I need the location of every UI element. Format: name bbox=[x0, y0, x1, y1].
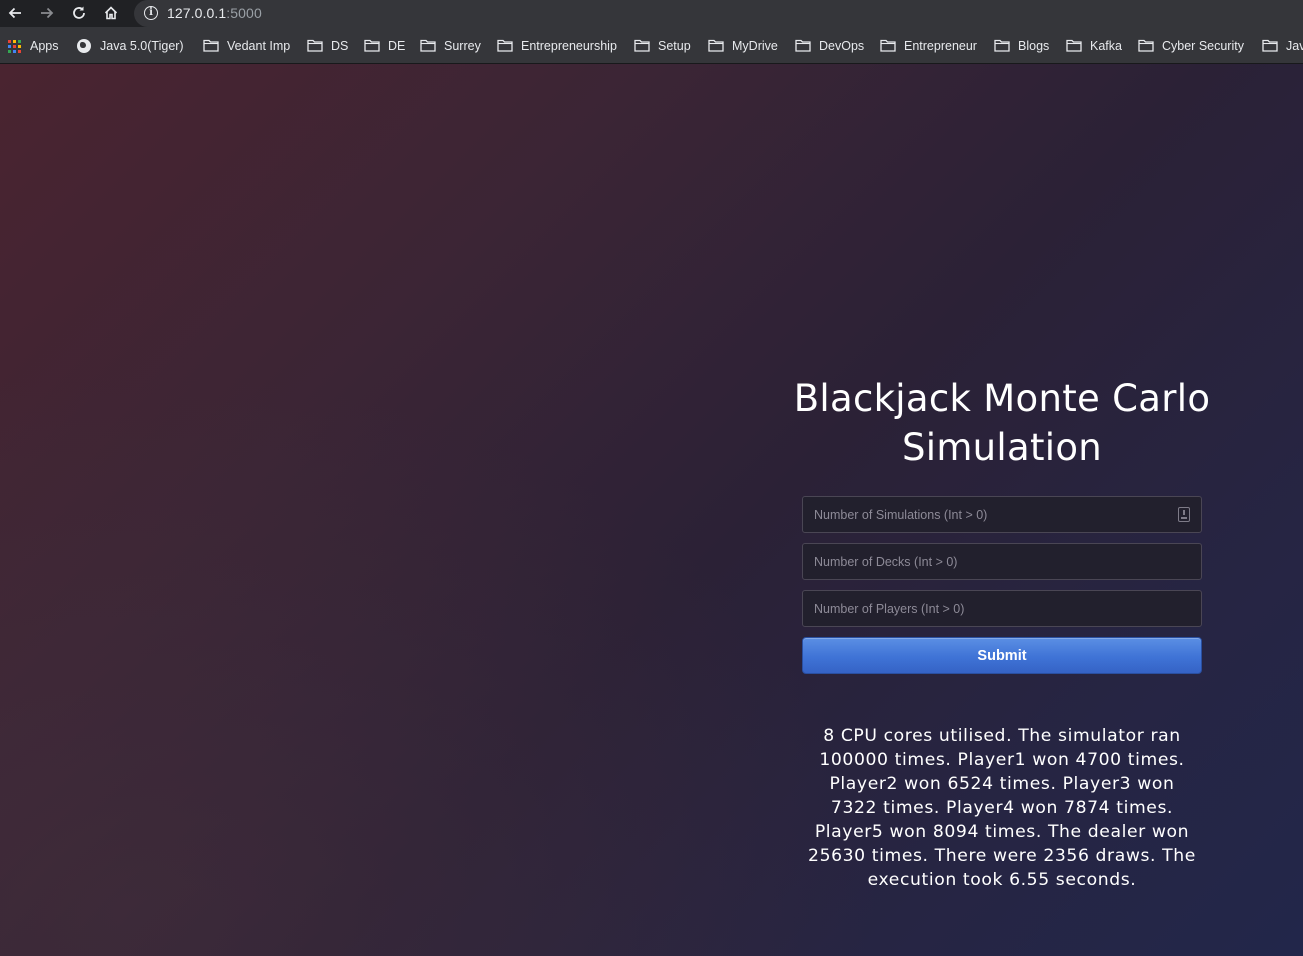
folder-icon bbox=[1138, 39, 1154, 52]
bookmark-label: Java 5.0(Tiger) bbox=[100, 39, 184, 53]
folder-icon bbox=[1066, 39, 1082, 52]
bookmark-folder[interactable]: DS bbox=[307, 38, 348, 54]
globe-icon bbox=[77, 39, 91, 53]
bookmark-label: DE bbox=[388, 39, 406, 53]
result-line: 8 CPU cores utilised. The simulator ran bbox=[823, 726, 1181, 746]
bookmark-folder[interactable]: Kafka bbox=[1066, 38, 1122, 54]
bookmark-folder[interactable]: Surrey bbox=[420, 38, 481, 54]
home-icon[interactable] bbox=[100, 3, 122, 25]
bookmark-java[interactable]: Java 5.0(Tiger) bbox=[77, 38, 184, 54]
back-arrow-icon[interactable] bbox=[4, 3, 26, 25]
url-host: 127.0.0.1 bbox=[167, 5, 227, 21]
decks-input[interactable] bbox=[803, 544, 1201, 579]
folder-icon bbox=[634, 39, 650, 52]
bookmark-label: Jav bbox=[1286, 39, 1303, 53]
bookmark-label: Entrepreneur bbox=[904, 39, 977, 53]
site-info-icon[interactable]: i bbox=[144, 6, 158, 20]
title-line: Blackjack Monte Carlo bbox=[793, 377, 1211, 420]
decks-field[interactable] bbox=[802, 543, 1202, 580]
page-title: Blackjack Monte Carlo Simulation bbox=[752, 374, 1252, 472]
bookmark-folder[interactable]: Entrepreneurship bbox=[497, 38, 617, 54]
folder-icon bbox=[307, 39, 323, 52]
bookmark-label: Blogs bbox=[1018, 39, 1050, 53]
bookmark-folder[interactable]: Blogs bbox=[994, 38, 1049, 54]
simulation-result: 8 CPU cores utilised. The simulator ran … bbox=[796, 724, 1208, 892]
result-line: Player5 won 8094 times. The dealer won bbox=[814, 822, 1190, 842]
folder-icon bbox=[994, 39, 1010, 52]
apps-grid-icon bbox=[8, 40, 21, 53]
folder-icon bbox=[420, 39, 436, 52]
result-line: 25630 times. There were 2356 draws. The bbox=[808, 846, 1196, 866]
bookmark-label: Setup bbox=[658, 39, 691, 53]
result-line: Player2 won 6524 times. Player3 won bbox=[829, 774, 1175, 794]
players-field[interactable] bbox=[802, 590, 1202, 627]
result-line: 100000 times. Player1 won 4700 times. bbox=[819, 750, 1185, 770]
folder-icon bbox=[795, 39, 811, 52]
reload-icon[interactable] bbox=[68, 3, 90, 25]
bookmark-folder[interactable]: Cyber Security bbox=[1138, 38, 1244, 54]
url-port: :5000 bbox=[226, 5, 262, 21]
submit-button[interactable]: Submit bbox=[802, 637, 1202, 674]
folder-icon bbox=[880, 39, 896, 52]
forward-arrow-icon[interactable] bbox=[36, 3, 58, 25]
bookmark-label: Surrey bbox=[444, 39, 481, 53]
bookmark-folder[interactable]: Entrepreneur bbox=[880, 38, 977, 54]
result-line: 7322 times. Player4 won 7874 times. bbox=[830, 798, 1174, 818]
folder-icon bbox=[708, 39, 724, 52]
bookmark-folder[interactable]: Vedant Imp bbox=[203, 38, 290, 54]
bookmark-label: Cyber Security bbox=[1162, 39, 1244, 53]
folder-icon bbox=[497, 39, 513, 52]
result-line: execution took 6.55 seconds. bbox=[867, 870, 1137, 890]
bookmark-folder[interactable]: DE bbox=[364, 38, 405, 54]
bookmark-folder[interactable]: Jav bbox=[1262, 38, 1303, 54]
folder-icon bbox=[364, 39, 380, 52]
page-background: Blackjack Monte Carlo Simulation Submit … bbox=[0, 64, 1303, 956]
bookmark-folder[interactable]: Setup bbox=[634, 38, 691, 54]
autofill-key-icon[interactable] bbox=[1178, 507, 1190, 522]
players-input[interactable] bbox=[803, 591, 1201, 626]
bookmark-label: DevOps bbox=[819, 39, 865, 53]
bookmark-folder[interactable]: DevOps bbox=[795, 38, 864, 54]
bookmarks-bar: Apps Java 5.0(Tiger) Vedant Imp DS DE Su… bbox=[0, 27, 1303, 64]
bookmark-folder[interactable]: MyDrive bbox=[708, 38, 778, 54]
simulations-field[interactable] bbox=[802, 496, 1202, 533]
folder-icon bbox=[203, 39, 219, 52]
url-text: 127.0.0.1:5000 bbox=[167, 5, 262, 21]
browser-toolbar: i 127.0.0.1:5000 bbox=[0, 0, 1303, 27]
simulations-input[interactable] bbox=[803, 497, 1201, 532]
address-bar[interactable]: i 127.0.0.1:5000 bbox=[134, 0, 1303, 27]
bookmark-label: Entrepreneurship bbox=[521, 39, 617, 53]
folder-icon bbox=[1262, 39, 1278, 52]
bookmark-label: MyDrive bbox=[732, 39, 778, 53]
bookmark-label: Vedant Imp bbox=[227, 39, 291, 53]
bookmark-label: DS bbox=[331, 39, 349, 53]
title-line: Simulation bbox=[901, 426, 1103, 469]
bookmark-apps[interactable]: Apps bbox=[8, 38, 59, 54]
bookmark-label: Kafka bbox=[1090, 39, 1122, 53]
bookmark-label: Apps bbox=[30, 39, 59, 53]
